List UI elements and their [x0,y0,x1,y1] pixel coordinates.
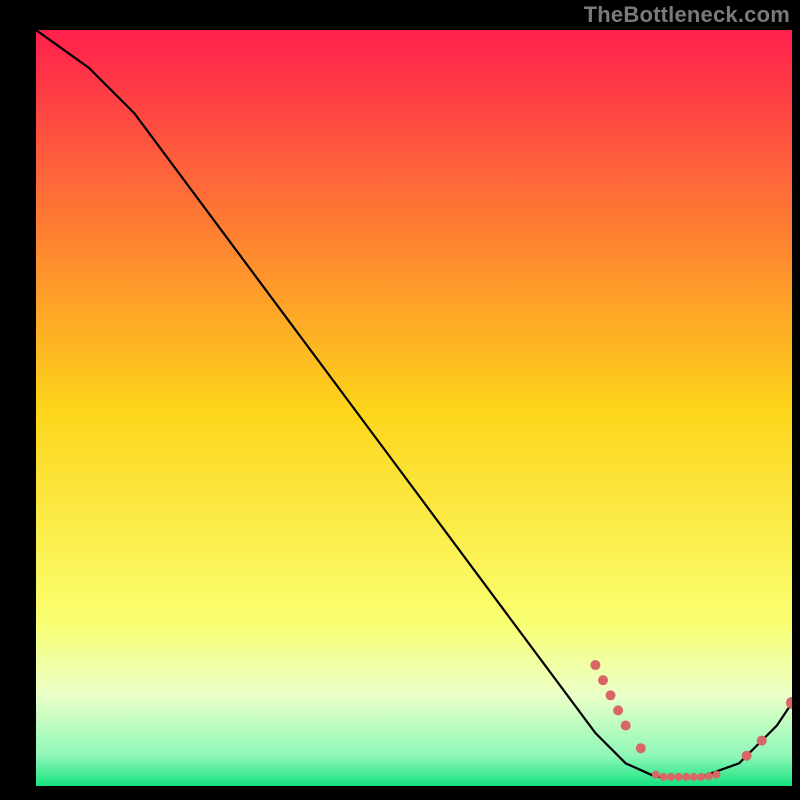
marker-point [690,773,698,781]
marker-point [598,675,608,685]
marker-point [712,771,720,779]
marker-point [652,771,660,779]
marker-point [621,721,631,731]
marker-point [590,660,600,670]
marker-point [636,743,646,753]
marker-point [667,773,675,781]
chart-plot-area [36,30,792,786]
chart-background [36,30,792,786]
marker-point [705,772,713,780]
marker-point [675,773,683,781]
chart-container: TheBottleneck.com [0,0,800,800]
marker-point [659,773,667,781]
marker-point [742,751,752,761]
marker-point [757,736,767,746]
marker-point [606,690,616,700]
marker-point [697,773,705,781]
marker-point [682,773,690,781]
watermark-text: TheBottleneck.com [584,2,790,28]
chart-svg [36,30,792,786]
marker-point [613,705,623,715]
